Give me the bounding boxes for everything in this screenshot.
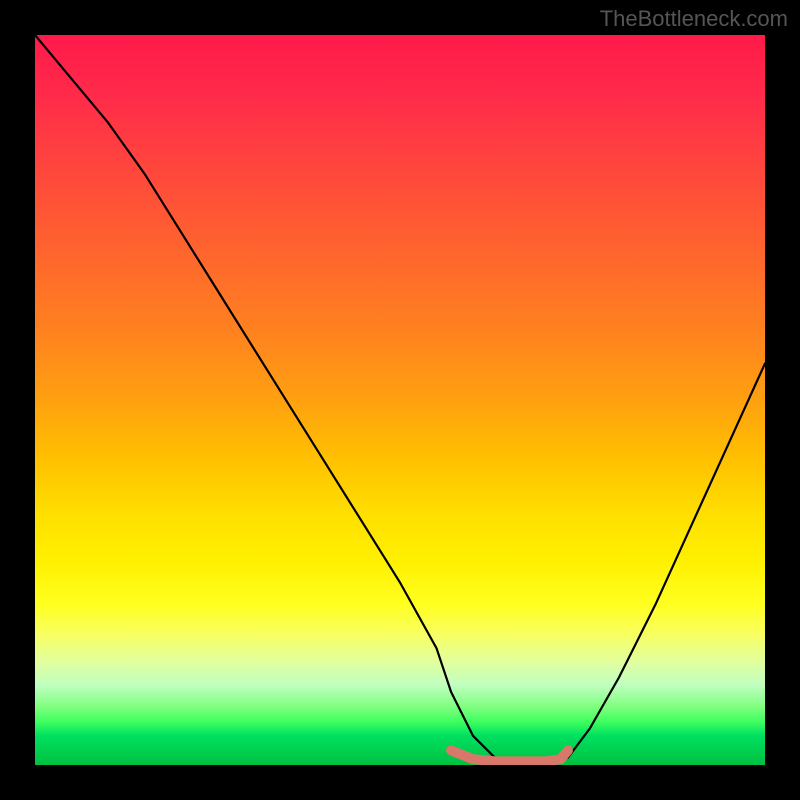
chart-svg [35,35,765,765]
watermark-text: TheBottleneck.com [600,6,788,32]
plot-area [35,35,765,765]
main-curve-path [35,35,765,765]
flat-segment-path [451,750,568,761]
